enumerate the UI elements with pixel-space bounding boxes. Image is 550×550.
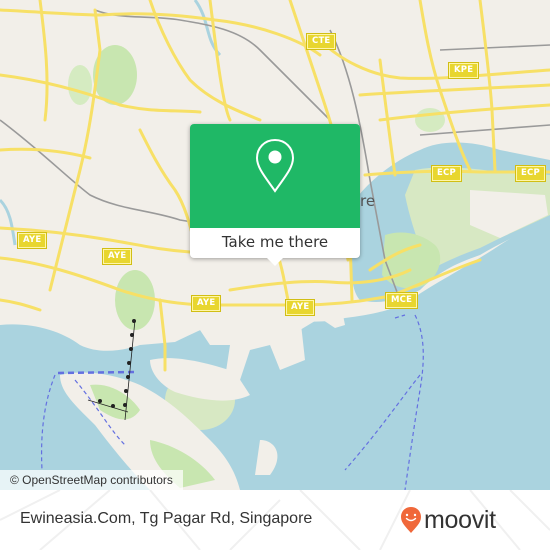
map-view[interactable]: CTE KPE ECP ECP AYE AYE AYE AYE MCE re T…	[0, 0, 550, 490]
area-label: re	[360, 192, 376, 210]
footer-bar: Ewineasia.Com, Tg Pagar Rd, Singapore mo…	[0, 490, 550, 550]
place-name: Ewineasia.Com, Tg Pagar Rd, Singapore	[20, 510, 313, 527]
popup-pointer	[266, 257, 284, 266]
popup-header	[190, 124, 360, 228]
road-shield-kpe: KPE	[447, 62, 480, 79]
road-shield-aye: AYE	[16, 232, 48, 249]
moovit-logo[interactable]: moovit	[400, 504, 496, 536]
road-shield-mce: MCE	[384, 292, 419, 309]
take-me-there-button[interactable]: Take me there	[190, 228, 360, 258]
moovit-pin-smile-icon	[401, 507, 421, 533]
moovit-wordmark: moovit	[424, 506, 496, 534]
location-popup[interactable]: Take me there	[190, 124, 360, 266]
road-shield-aye: AYE	[284, 299, 316, 316]
road-shield-ecp: ECP	[515, 165, 546, 182]
map-attribution[interactable]: © OpenStreetMap contributors	[0, 470, 183, 490]
road-shield-cte: CTE	[305, 33, 337, 50]
map-pin-icon	[255, 138, 295, 193]
road-shield-aye: AYE	[101, 248, 133, 265]
road-shield-aye: AYE	[190, 295, 222, 312]
road-shield-ecp: ECP	[431, 165, 462, 182]
